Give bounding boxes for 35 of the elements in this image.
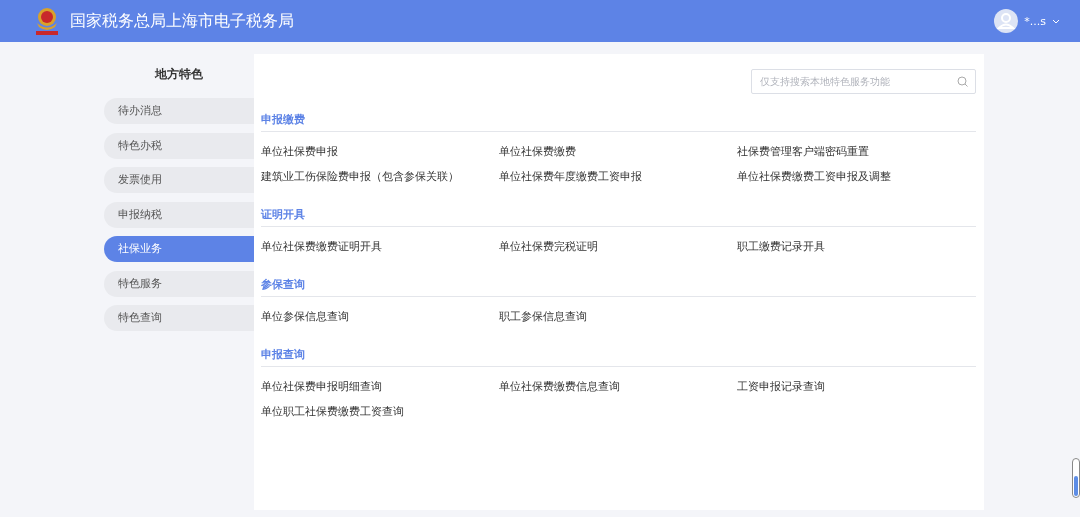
emblem-icon xyxy=(34,6,60,36)
search-field[interactable]: 仅支持搜索本地特色服务功能 xyxy=(751,69,976,94)
sidebar-item[interactable]: 申报纳税 xyxy=(104,201,254,228)
service-link[interactable]: 职工缴费记录开具 xyxy=(737,240,825,253)
service-link[interactable]: 单位社保费缴费证明开具 xyxy=(261,240,382,253)
service-link[interactable]: 职工参保信息查询 xyxy=(499,310,587,323)
sidebar-item[interactable]: 特色查询 xyxy=(104,305,254,331)
service-link[interactable]: 单位社保费完税证明 xyxy=(499,240,598,253)
service-link[interactable]: 单位社保费缴费工资申报及调整 xyxy=(737,170,891,183)
service-link[interactable]: 社保费管理客户端密码重置 xyxy=(737,145,869,158)
service-link[interactable]: 单位社保费年度缴费工资申报 xyxy=(499,170,642,183)
sidebar-item[interactable]: 特色办税 xyxy=(104,132,254,159)
service-link[interactable]: 单位职工社保费缴费工资查询 xyxy=(261,405,404,418)
chevron-down-icon[interactable] xyxy=(1052,18,1060,24)
service-link[interactable]: 单位社保费申报 xyxy=(261,145,338,158)
section-title: 申报查询 xyxy=(261,344,976,367)
sidebar-item[interactable]: 待办消息 xyxy=(104,98,254,124)
sidebar-item[interactable]: 发票使用 xyxy=(104,167,254,193)
service-link[interactable]: 单位参保信息查询 xyxy=(261,310,349,323)
user-name[interactable]: *...s xyxy=(1024,14,1046,28)
section-title: 参保查询 xyxy=(261,274,976,297)
scrollbar-icon[interactable] xyxy=(1072,458,1080,498)
service-link[interactable]: 单位社保费申报明细查询 xyxy=(261,380,382,393)
avatar-icon[interactable] xyxy=(994,9,1019,33)
search-icon[interactable] xyxy=(957,76,968,87)
service-link[interactable]: 单位社保费缴费 xyxy=(499,145,576,158)
section-title: 证明开具 xyxy=(261,204,976,227)
site-title: 国家税务总局上海市电子税务局 xyxy=(70,10,295,32)
service-link[interactable]: 单位社保费缴费信息查询 xyxy=(499,380,620,393)
service-link[interactable]: 工资申报记录查询 xyxy=(737,380,825,393)
section-title: 申报缴费 xyxy=(261,109,976,132)
sidebar-item[interactable]: 社保业务 xyxy=(104,236,254,262)
sidebar-title: 地方特色 xyxy=(153,66,204,83)
sidebar-item[interactable]: 特色服务 xyxy=(104,270,254,297)
service-link[interactable]: 建筑业工伤保险费申报（包含参保关联） xyxy=(261,170,459,183)
